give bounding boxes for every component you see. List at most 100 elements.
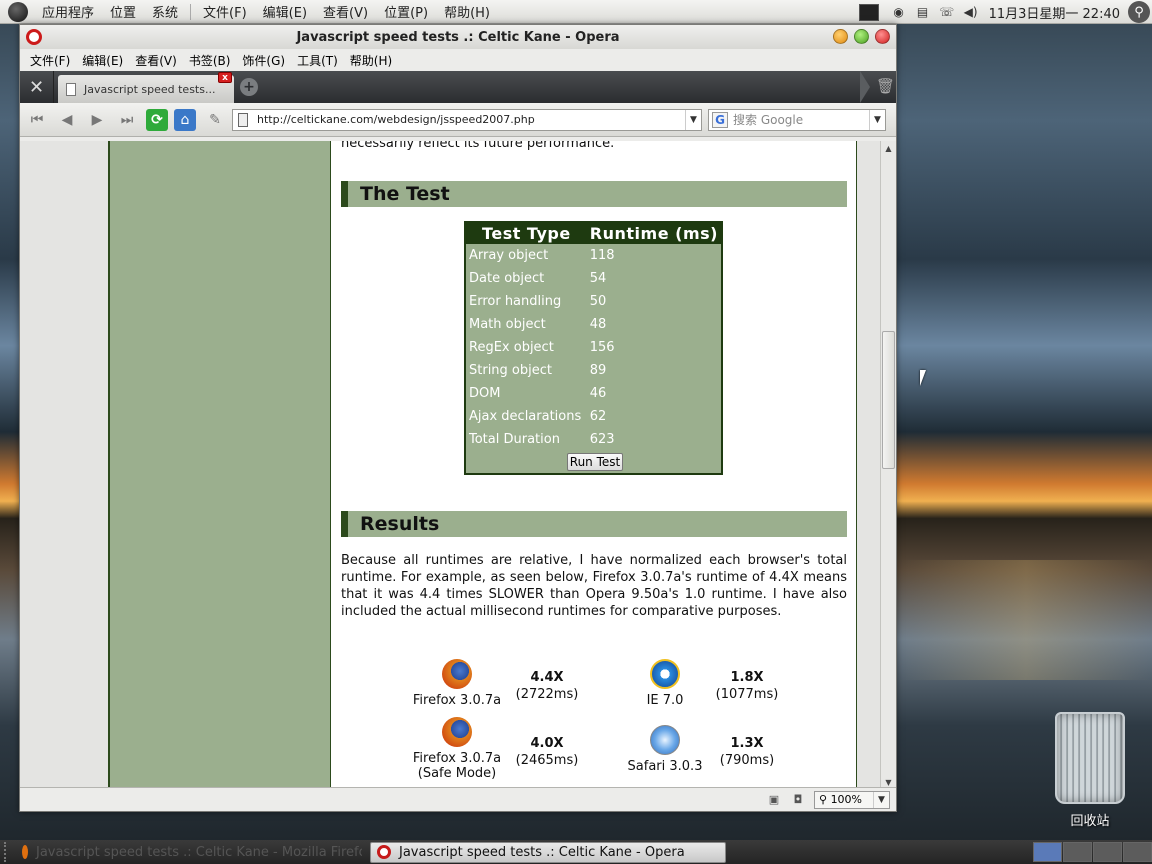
opera-tray-icon[interactable]: ◉ (890, 4, 908, 20)
desktop-wallpaper-highlight (900, 560, 1152, 680)
table-row: Ajax declarations 62 (465, 405, 722, 428)
panel-menu-places[interactable]: 位置 (102, 2, 144, 21)
camera-icon[interactable]: ◘ (790, 793, 806, 807)
trash-icon[interactable]: 🗑 (876, 77, 895, 95)
taskbar-button-opera[interactable]: Javascript speed tests .: Celtic Kane - … (370, 841, 726, 863)
panel-menu-help[interactable]: 帮助(H) (436, 2, 498, 21)
ratio: 4.4X (530, 670, 564, 685)
menu-file[interactable]: 文件(F) (24, 52, 76, 69)
google-icon[interactable]: G (712, 111, 728, 128)
workspace-1[interactable] (1033, 842, 1062, 862)
clock[interactable]: 11月3日星期一 22:40 (983, 3, 1126, 22)
network-icon[interactable]: ☏ (938, 4, 956, 20)
panel-separator (190, 3, 192, 20)
search-placeholder: 搜索 Google (733, 113, 804, 127)
fast-forward-button[interactable]: ⏭ (114, 107, 140, 133)
table-row: String object 89 (465, 359, 722, 382)
status-bar: ▣ ◘ ⚲ 100% ▼ (20, 787, 896, 811)
menu-bookmarks[interactable]: 书签(B) (183, 52, 237, 69)
menu-edit[interactable]: 编辑(E) (76, 52, 129, 69)
magnifier-icon: ⚲ (819, 793, 831, 806)
presentation-mode-icon[interactable]: ▣ (766, 793, 782, 807)
browser-ie: IE 7.0 (625, 659, 705, 708)
vertical-scrollbar[interactable]: ▲ ▼ (880, 141, 896, 789)
panel-menu-view[interactable]: 查看(V) (315, 2, 376, 21)
milliseconds: (2465ms) (515, 753, 579, 768)
runtime: 89 (589, 363, 607, 378)
taskbar-button-firefox[interactable]: Javascript speed tests .: Celtic Kane - … (16, 842, 362, 863)
page-viewport[interactable]: necessarily reflect its future performan… (20, 141, 896, 789)
workspace-4[interactable] (1123, 842, 1152, 862)
search-field[interactable]: G 搜索 Google ▼ (708, 108, 886, 131)
close-button[interactable] (875, 29, 890, 44)
home-button[interactable]: ⌂ (174, 108, 196, 131)
scroll-up-icon[interactable]: ▲ (881, 141, 896, 155)
workspace-2[interactable] (1063, 842, 1092, 862)
browser-name: Firefox 3.0.7a (412, 751, 502, 766)
menu-view[interactable]: 查看(V) (129, 52, 183, 69)
table-row: Math object 48 (465, 313, 722, 336)
ratio: 4.0X (530, 736, 564, 751)
search-icon[interactable]: ⚲ (1128, 1, 1150, 23)
table-row: DOM 46 (465, 382, 722, 405)
panel-menu-edit[interactable]: 编辑(E) (255, 2, 315, 21)
firefox-task-icon (22, 845, 28, 859)
reload-button[interactable]: ⟳ (146, 108, 168, 131)
firefox-icon (442, 717, 472, 747)
tab-javascript-speed-tests[interactable]: Javascript speed tests... x (58, 72, 234, 103)
printer-icon[interactable]: ▤ (914, 4, 932, 20)
panel-menu-file[interactable]: 文件(F) (195, 2, 255, 21)
panel-menu-location[interactable]: 位置(P) (376, 2, 436, 21)
browser-name: Safari 3.0.3 (627, 759, 703, 774)
address-dropdown-icon[interactable]: ▼ (685, 109, 701, 130)
menu-widgets[interactable]: 饰件(G) (236, 52, 291, 69)
terminal-icon[interactable] (858, 3, 879, 21)
gnome-foot-icon[interactable] (8, 1, 28, 22)
desktop-trash[interactable]: 回收站 (1052, 712, 1128, 829)
maximize-button[interactable] (854, 29, 869, 44)
edit-site-prefs-button[interactable]: ✎ (202, 107, 228, 133)
minimize-button[interactable] (833, 29, 848, 44)
table-row: Array object 118 (465, 244, 722, 267)
run-test-button[interactable]: Run Test (566, 453, 624, 471)
zoom-control[interactable]: ⚲ 100% ▼ (814, 790, 890, 809)
task-label: Javascript speed tests .: Celtic Kane - … (36, 844, 362, 860)
new-tab-button[interactable]: + (240, 78, 258, 96)
task-label: Javascript speed tests .: Celtic Kane - … (399, 844, 685, 860)
menu-tools[interactable]: 工具(T) (291, 52, 344, 69)
mouse-pointer-icon (920, 370, 926, 386)
test-type: Ajax declarations (469, 409, 582, 424)
run-test-cell: Run Test (465, 451, 722, 474)
zoom-dropdown-icon[interactable]: ▼ (873, 791, 889, 808)
test-type: Date object (469, 271, 545, 286)
safari-icon (650, 725, 680, 755)
tools-icon[interactable]: ✕ (20, 71, 54, 103)
milliseconds: (790ms) (719, 753, 775, 768)
tab-close-icon[interactable]: x (218, 72, 232, 83)
back-button[interactable]: ◀ (54, 107, 80, 133)
menu-help[interactable]: 帮助(H) (344, 52, 398, 69)
address-field[interactable]: http://celtickane.com/webdesign/jsspeed2… (232, 108, 702, 131)
browser-firefox: Firefox 3.0.7a (409, 659, 505, 708)
panel-menu-system[interactable]: 系统 (144, 2, 186, 21)
workspace-3[interactable] (1093, 842, 1122, 862)
test-type: String object (469, 363, 552, 378)
test-type: Total Duration (469, 432, 560, 447)
search-dropdown-icon[interactable]: ▼ (869, 109, 885, 130)
forward-button[interactable]: ▶ (84, 107, 110, 133)
panel-menu-applications[interactable]: 应用程序 (34, 2, 102, 21)
rewind-button[interactable]: ⏮ (24, 107, 50, 133)
trash-label: 回收站 (1070, 814, 1110, 829)
opera-logo-icon[interactable] (26, 29, 42, 45)
page-info-icon[interactable] (238, 112, 248, 127)
table-header-test-type: Test Type (465, 222, 587, 244)
opera-window: Javascript speed tests .: Celtic Kane - … (19, 24, 897, 812)
scrollbar-thumb[interactable] (882, 331, 895, 469)
volume-icon[interactable]: ◀) (962, 4, 980, 20)
menubar: 文件(F) 编辑(E) 查看(V) 书签(B) 饰件(G) 工具(T) 帮助(H… (20, 49, 896, 71)
trash-can-icon[interactable] (1055, 712, 1125, 804)
heading-the-test: The Test (341, 181, 847, 207)
browser-name: IE 7.0 (646, 693, 684, 708)
window-titlebar[interactable]: Javascript speed tests .: Celtic Kane - … (20, 25, 896, 49)
milliseconds: (2722ms) (515, 687, 579, 702)
